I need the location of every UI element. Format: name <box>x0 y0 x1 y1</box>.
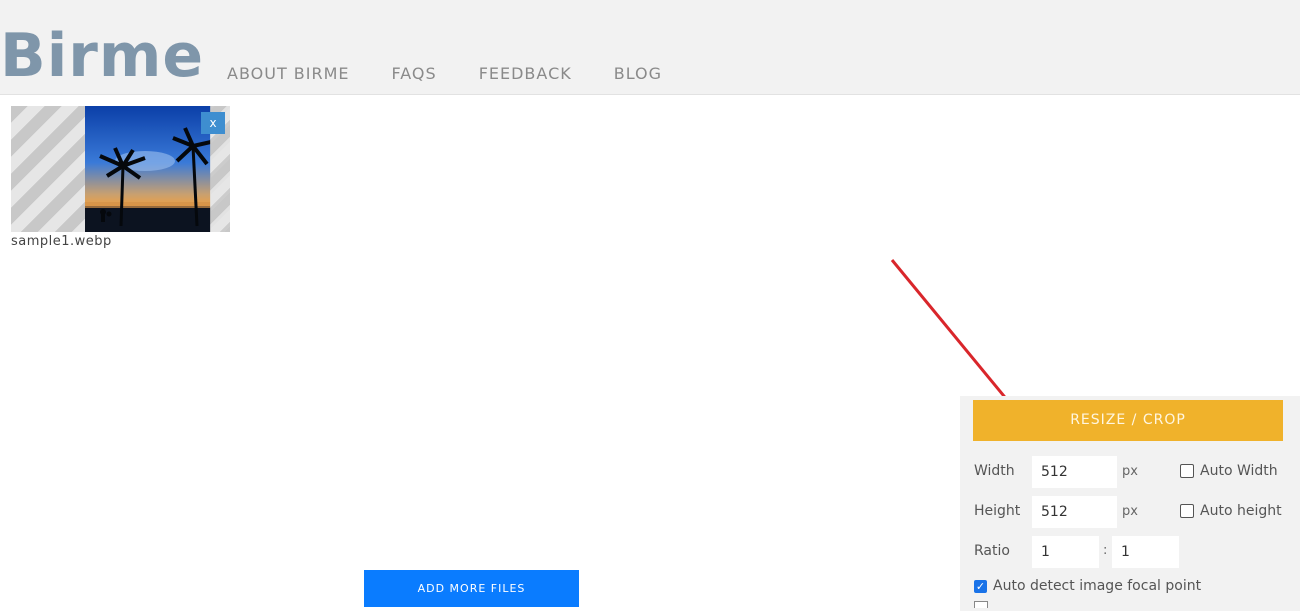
height-row: Height px Auto height <box>974 496 1294 528</box>
width-input[interactable] <box>1032 456 1117 488</box>
beach-sunset-image <box>85 106 211 232</box>
settings-panel: RESIZE / CROP Width px Auto Width Height… <box>960 396 1300 611</box>
ratio-label: Ratio <box>974 543 1010 559</box>
ratio-row: Ratio : <box>974 536 1294 568</box>
remove-file-button[interactable]: x <box>201 112 225 134</box>
nav-blog[interactable]: BLOG <box>614 62 662 86</box>
next-option-checkbox[interactable] <box>974 601 988 608</box>
checkmark-icon[interactable]: ✓ <box>974 579 987 593</box>
auto-height-checkbox[interactable]: Auto height <box>1180 503 1282 519</box>
height-input[interactable] <box>1032 496 1117 528</box>
height-unit: px <box>1122 504 1138 519</box>
width-row: Width px Auto Width <box>974 456 1294 488</box>
main-nav: ABOUT BIRME FAQS FEEDBACK BLOG <box>227 62 704 86</box>
ratio-height-input[interactable] <box>1112 536 1179 568</box>
nav-feedback[interactable]: FEEDBACK <box>479 62 572 86</box>
auto-height-label: Auto height <box>1200 503 1282 519</box>
nav-faqs[interactable]: FAQS <box>392 62 437 86</box>
ratio-width-input[interactable] <box>1032 536 1099 568</box>
auto-width-checkbox[interactable]: Auto Width <box>1180 463 1278 479</box>
nav-about-birme[interactable]: ABOUT BIRME <box>227 62 350 86</box>
image-thumbnail[interactable] <box>11 106 230 232</box>
ratio-separator: : <box>1103 543 1108 558</box>
add-more-files-button[interactable]: ADD MORE FILES <box>364 570 579 607</box>
height-label: Height <box>974 503 1021 519</box>
birme-logo[interactable]: Birme <box>0 16 204 96</box>
site-header: Birme ABOUT BIRME FAQS FEEDBACK BLOG <box>0 0 1300 95</box>
focal-point-label: Auto detect image focal point <box>993 578 1202 594</box>
auto-width-box[interactable] <box>1180 464 1194 478</box>
auto-width-label: Auto Width <box>1200 463 1278 479</box>
width-unit: px <box>1122 464 1138 479</box>
focal-point-checkbox[interactable]: ✓ Auto detect image focal point <box>974 578 1201 594</box>
resize-crop-button[interactable]: RESIZE / CROP <box>973 400 1283 441</box>
width-label: Width <box>974 463 1015 479</box>
auto-height-box[interactable] <box>1180 504 1194 518</box>
file-name: sample1.webp <box>11 234 112 249</box>
